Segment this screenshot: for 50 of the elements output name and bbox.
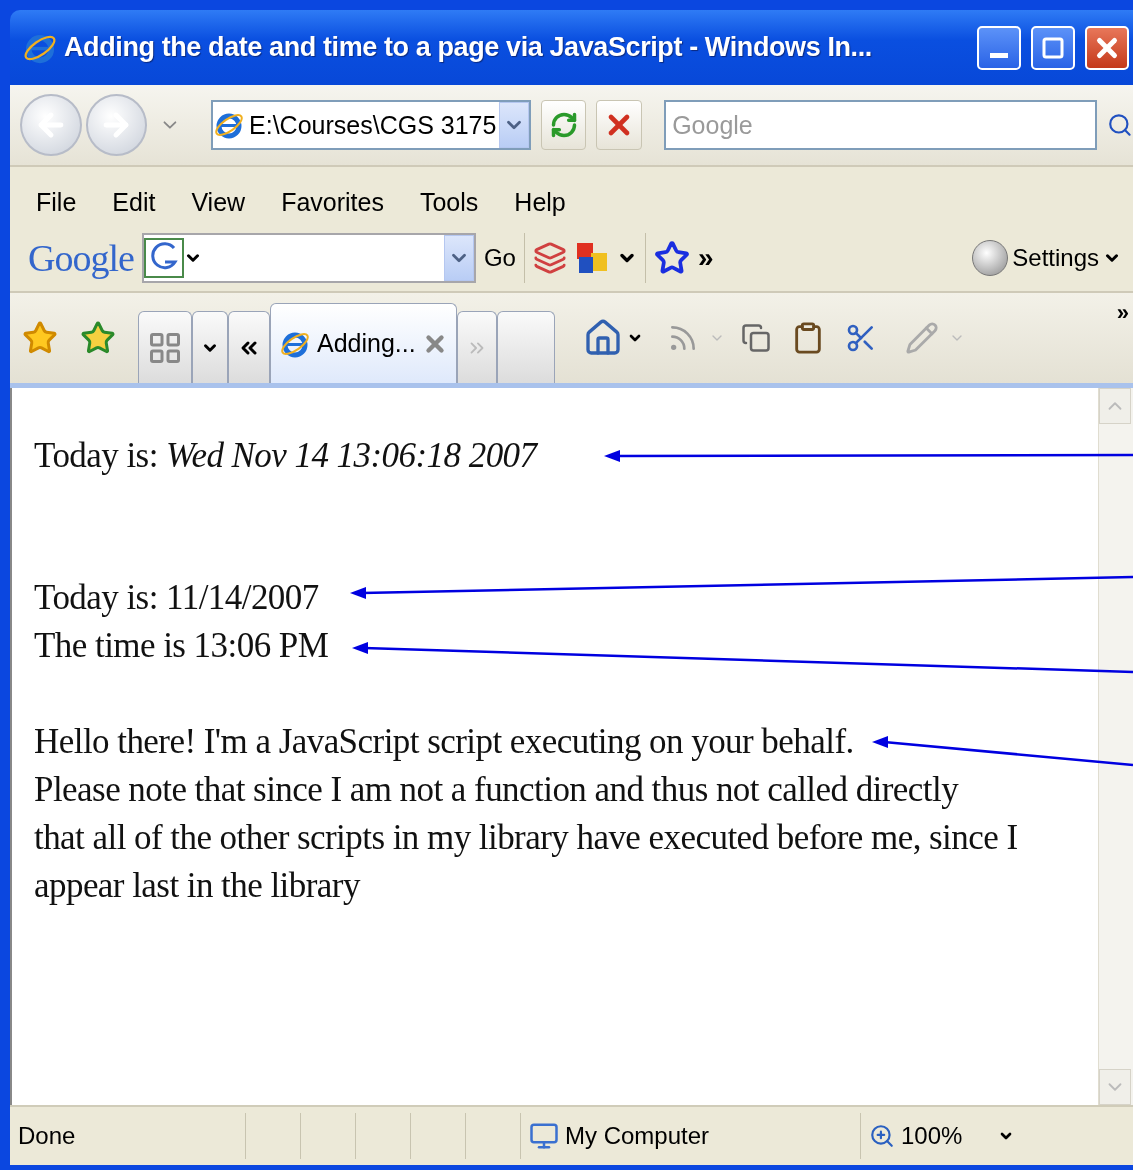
search-icon[interactable]	[1107, 112, 1133, 138]
status-text: Done	[18, 1122, 76, 1150]
copy-icon[interactable]	[740, 323, 771, 353]
page-text: Please note that since I am not a function and thus not called directly	[34, 769, 959, 811]
scroll-right-button[interactable]	[456, 311, 497, 383]
quick-tabs-button[interactable]	[138, 311, 192, 383]
zoom-text[interactable]: 100%	[901, 1122, 963, 1150]
maximize-button[interactable]	[1031, 25, 1075, 70]
settings-button[interactable]: Settings	[972, 240, 1121, 276]
refresh-icon	[549, 111, 578, 139]
menu-item[interactable]: Edit	[112, 187, 156, 217]
refresh-button[interactable]	[540, 100, 587, 150]
favorites-star-icon[interactable]	[22, 320, 58, 356]
star-icon[interactable]	[653, 240, 690, 276]
page-text: Today is: Wed Nov 14 13:06:18 2007	[34, 435, 537, 477]
stop-button[interactable]	[596, 100, 643, 150]
search-field[interactable]: Google	[664, 100, 1098, 150]
address-dropdown-button[interactable]	[498, 102, 529, 148]
new-tab-button[interactable]	[496, 311, 555, 383]
page-text: that all of the other scripts in my library have executed before me, since I	[34, 817, 1018, 859]
knob-icon	[972, 240, 1009, 276]
menu-item[interactable]: Tools	[419, 187, 479, 217]
zoom-icon[interactable]	[869, 1123, 895, 1149]
window-title: Adding the date and time to a page via JavaScript - Windows In...	[64, 32, 873, 63]
menu-item[interactable]: Favorites	[281, 187, 384, 217]
minimize-button[interactable]	[977, 25, 1021, 70]
page-text: appear last in the library	[34, 865, 360, 907]
menu-item[interactable]: View	[191, 187, 246, 217]
add-favorite-icon[interactable]	[80, 320, 116, 356]
close-button[interactable]	[1085, 25, 1129, 70]
maximize-icon	[1041, 35, 1065, 60]
layers-icon[interactable]	[532, 241, 567, 275]
menu-item[interactable]: File	[36, 187, 77, 217]
menu-item[interactable]: Help	[514, 187, 566, 217]
more-button[interactable]: »	[1112, 293, 1133, 333]
browser-tab[interactable]: Adding...	[270, 303, 457, 383]
scroll-left-button[interactable]	[228, 311, 270, 383]
page-text: Today is: 11/14/2007	[34, 577, 319, 619]
zone-text: My Computer	[565, 1122, 710, 1150]
more-button[interactable]: »	[697, 242, 714, 274]
address-field[interactable]: E:\Courses\CGS 3175	[211, 100, 531, 150]
minimize-icon	[990, 53, 1008, 58]
go-button[interactable]: Go	[483, 244, 516, 272]
g-icon	[143, 238, 184, 278]
google-logo: Google	[28, 236, 134, 280]
page-text: Hello there! I'm a JavaScript script executing on your behalf.	[34, 721, 854, 763]
page-text: The time is 13:06 PM	[34, 625, 329, 667]
computer-icon	[529, 1121, 559, 1151]
dropdown-button[interactable]	[443, 235, 474, 281]
toolbar-search-field[interactable]	[141, 233, 476, 283]
